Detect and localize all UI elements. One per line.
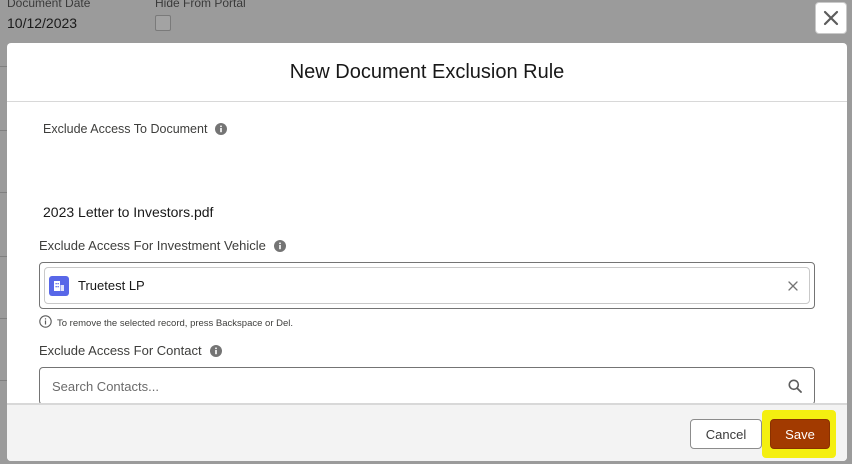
vehicle-lookup-field[interactable]: Truetest LP bbox=[39, 262, 815, 309]
contact-field-label-row: Exclude Access For Contact bbox=[39, 343, 222, 358]
document-field-label: Exclude Access To Document bbox=[43, 122, 208, 136]
modal-header: New Document Exclusion Rule bbox=[7, 43, 847, 102]
hide-from-portal-checkbox[interactable] bbox=[155, 15, 171, 31]
info-icon[interactable] bbox=[273, 239, 286, 252]
selected-record-pill[interactable]: Truetest LP bbox=[44, 267, 810, 304]
vehicle-field-label: Exclude Access For Investment Vehicle bbox=[39, 238, 266, 253]
document-date-value: 10/12/2023 bbox=[7, 15, 78, 31]
modal-title: New Document Exclusion Rule bbox=[289, 60, 565, 83]
vehicle-help-text: To remove the selected record, press Bac… bbox=[57, 317, 294, 329]
record-icon bbox=[49, 275, 69, 296]
info-icon[interactable] bbox=[215, 123, 228, 135]
close-modal-button[interactable] bbox=[815, 2, 847, 34]
cancel-button[interactable]: Cancel bbox=[690, 419, 762, 449]
vehicle-help-text-row: To remove the selected record, press Bac… bbox=[39, 315, 293, 331]
close-icon bbox=[823, 10, 839, 26]
modal-footer: Cancel Save bbox=[7, 403, 847, 461]
info-outline-icon bbox=[39, 315, 52, 331]
exclusion-rule-modal: New Document Exclusion Rule Exclude Acce… bbox=[7, 43, 847, 461]
remove-icon[interactable] bbox=[785, 278, 801, 294]
selected-record-label: Truetest LP bbox=[78, 278, 145, 293]
save-button[interactable]: Save bbox=[770, 419, 830, 449]
document-field-label-row: Exclude Access To Document bbox=[43, 122, 228, 136]
document-field-value: 2023 Letter to Investors.pdf bbox=[43, 204, 214, 220]
hide-from-portal-label: Hide From Portal bbox=[155, 0, 246, 10]
contact-search-input[interactable] bbox=[40, 368, 788, 404]
contact-search-field[interactable] bbox=[39, 367, 815, 405]
info-icon[interactable] bbox=[209, 344, 222, 357]
document-date-label: Document Date bbox=[7, 0, 91, 10]
contact-field-label: Exclude Access For Contact bbox=[39, 343, 202, 358]
modal-body: Exclude Access To Document 2023 Letter t… bbox=[7, 102, 847, 405]
vehicle-field-label-row: Exclude Access For Investment Vehicle bbox=[39, 238, 286, 253]
search-icon[interactable] bbox=[788, 379, 802, 393]
